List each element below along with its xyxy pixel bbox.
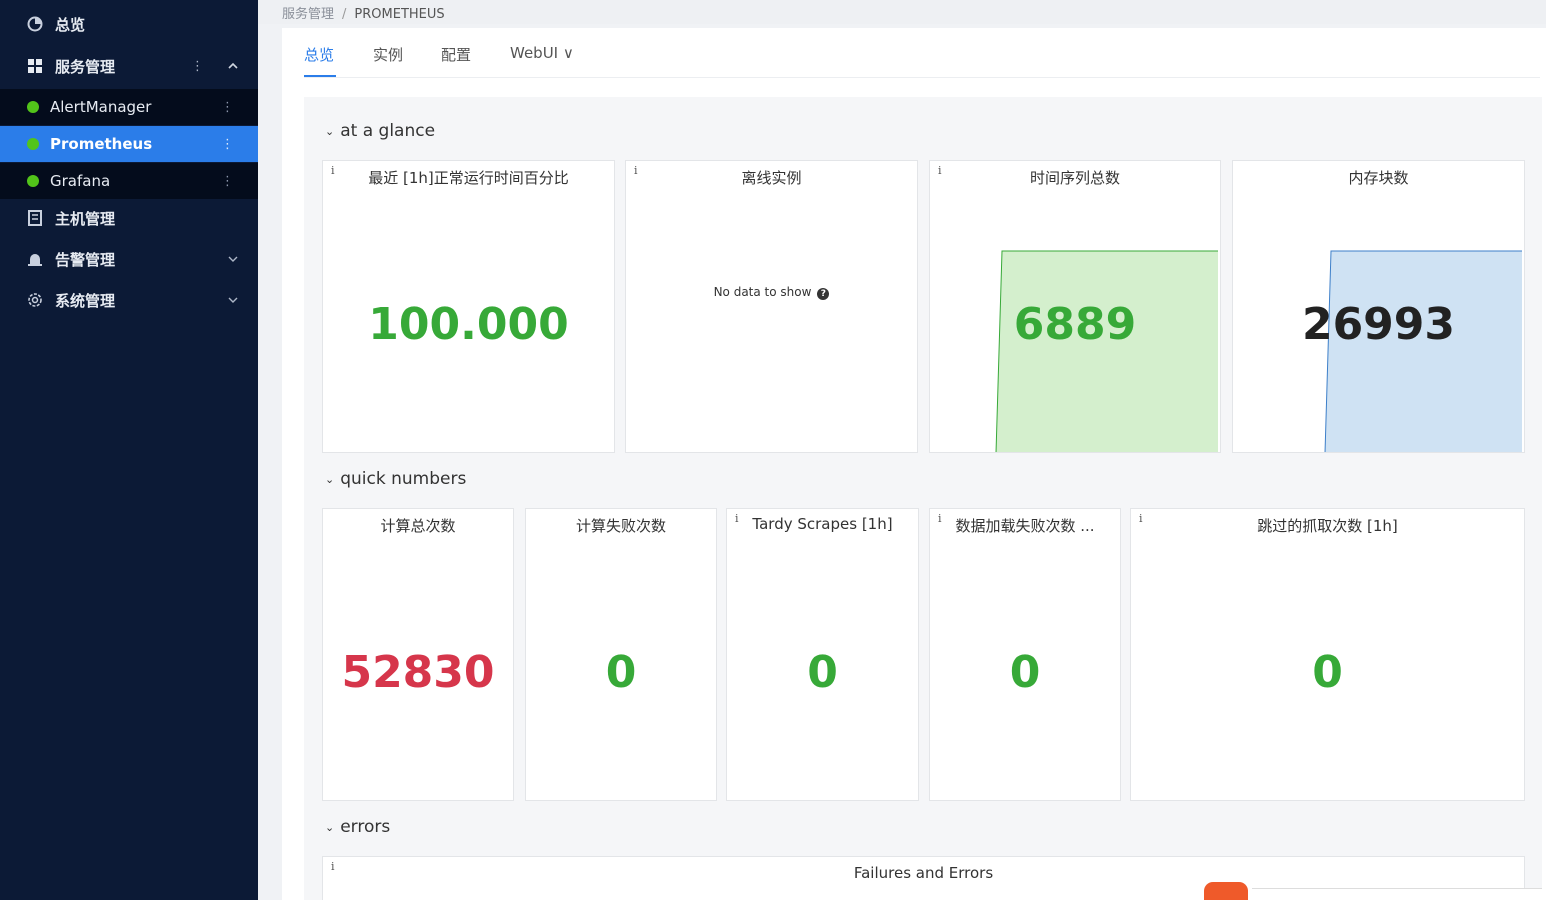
sidebar-service-alertmanager[interactable]: AlertManager ⋮ xyxy=(0,89,258,125)
sidebar-item-host-management[interactable]: 主机管理 xyxy=(0,206,258,230)
top-bar: 服务管理 / PROMETHEUS xyxy=(258,0,1546,24)
stat-value: 26993 xyxy=(1301,299,1456,350)
stat-value: 52830 xyxy=(341,647,495,698)
breadcrumb-parent[interactable]: 服务管理 xyxy=(282,7,334,22)
server-icon xyxy=(27,210,43,226)
tab-bar: 总览 实例 配置 WebUI ∨ xyxy=(304,28,1540,78)
tab-config[interactable]: 配置 xyxy=(441,44,471,65)
sidebar-service-grafana[interactable]: Grafana ⋮ xyxy=(0,163,258,199)
sidebar-service-prometheus[interactable]: Prometheus ⋮ xyxy=(0,126,258,162)
active-tab-indicator xyxy=(304,75,336,77)
panel-reload-failures: i 数据加载失败次数 ... 0 xyxy=(929,508,1121,801)
stat-value: 0 xyxy=(605,647,637,698)
row-title: errors xyxy=(340,817,391,837)
breadcrumb-separator: / xyxy=(342,7,347,22)
floating-logo[interactable] xyxy=(1204,882,1248,900)
panel-memory-chunks: 内存块数 26993 xyxy=(1232,160,1525,453)
row-header-glance[interactable]: ⌄ at a glance xyxy=(325,121,435,141)
panel-title: 内存块数 xyxy=(1348,169,1409,187)
tab-webui[interactable]: WebUI ∨ xyxy=(510,44,574,62)
sidebar-item-label: 服务管理 xyxy=(55,57,116,76)
panel-title: 最近 [1h]正常运行时间百分比 xyxy=(368,169,569,187)
panel-title: 数据加载失败次数 ... xyxy=(955,517,1095,535)
floating-toolbar[interactable] xyxy=(1252,888,1542,900)
tab-overview[interactable]: 总览 xyxy=(304,44,334,65)
tab-instances[interactable]: 实例 xyxy=(373,44,403,65)
sidebar-item-label: 告警管理 xyxy=(55,250,116,269)
stat-value: 100.000 xyxy=(368,299,569,350)
sidebar-item-overview[interactable]: 总览 xyxy=(0,12,258,36)
panel-offline-instances: i 离线实例 No data to show? xyxy=(625,160,918,453)
sidebar-service-label: Grafana xyxy=(50,172,111,190)
chevron-down-icon: ⌄ xyxy=(325,820,335,834)
panel-title: Failures and Errors xyxy=(853,864,994,882)
sidebar-item-alert-management[interactable]: 告警管理 xyxy=(0,247,258,271)
stat-value: 0 xyxy=(1312,647,1343,698)
panel-title: 计算总次数 xyxy=(380,517,456,535)
status-dot xyxy=(27,101,39,113)
status-dot xyxy=(27,175,39,187)
panel-title: Tardy Scrapes [1h] xyxy=(752,515,893,533)
row-header-quick[interactable]: ⌄ quick numbers xyxy=(325,469,466,489)
more-icon[interactable]: ⋮ xyxy=(221,174,234,189)
chevron-down-icon[interactable] xyxy=(228,293,238,307)
stat-value: 0 xyxy=(1009,647,1041,698)
chevron-up-icon[interactable] xyxy=(228,59,238,73)
panel-title: 离线实例 xyxy=(741,169,802,187)
panel-title: 跳过的抓取次数 [1h] xyxy=(1257,517,1398,535)
sidebar-item-service-management[interactable]: 服务管理 ⋮ xyxy=(0,54,258,78)
more-icon[interactable]: ⋮ xyxy=(221,137,234,152)
sidebar-service-label: AlertManager xyxy=(50,98,152,116)
breadcrumb: 服务管理 / PROMETHEUS xyxy=(282,3,445,22)
panel-time-series: i 时间序列总数 6889 xyxy=(929,160,1221,453)
row-header-errors[interactable]: ⌄ errors xyxy=(325,817,390,837)
grid-icon xyxy=(27,58,43,74)
sidebar-item-label: 系统管理 xyxy=(55,291,116,310)
breadcrumb-current: PROMETHEUS xyxy=(354,7,445,22)
more-icon[interactable]: ⋮ xyxy=(191,59,204,74)
sidebar: 总览 服务管理 ⋮ AlertManager ⋮ Prometheus ⋮ Gr… xyxy=(0,0,258,900)
sidebar-item-system-management[interactable]: 系统管理 xyxy=(0,288,258,312)
sidebar-item-label: 总览 xyxy=(55,15,86,34)
panel-tardy-scrapes: i Tardy Scrapes [1h] 0 xyxy=(726,508,919,801)
panel-title: 计算失败次数 xyxy=(575,517,666,535)
dashboard-icon xyxy=(27,16,43,32)
main-content: 总览 实例 配置 WebUI ∨ ⌄ at a glance i 最近 [1h]… xyxy=(282,28,1546,900)
more-icon[interactable]: ⋮ xyxy=(221,100,234,115)
chevron-down-icon[interactable] xyxy=(228,252,238,266)
panel-total-evaluations: 计算总次数 52830 xyxy=(322,508,514,801)
alarm-icon xyxy=(27,251,43,267)
panel-failed-evaluations: 计算失败次数 0 xyxy=(525,508,717,801)
stat-value: 0 xyxy=(807,647,838,698)
chevron-down-icon: ⌄ xyxy=(325,124,335,138)
dashboard: ⌄ at a glance i 最近 [1h]正常运行时间百分比 100.000… xyxy=(304,97,1542,900)
panel-skipped-scrapes: i 跳过的抓取次数 [1h] 0 xyxy=(1130,508,1525,801)
status-dot xyxy=(27,138,39,150)
sidebar-service-label: Prometheus xyxy=(50,135,153,153)
panel-uptime: i 最近 [1h]正常运行时间百分比 100.000 xyxy=(322,160,615,453)
stat-value: 6889 xyxy=(1013,299,1137,350)
gear-icon xyxy=(27,292,43,308)
row-title: quick numbers xyxy=(340,469,467,489)
chevron-down-icon: ⌄ xyxy=(325,472,335,486)
sidebar-item-label: 主机管理 xyxy=(55,209,116,228)
no-data-message: No data to show? xyxy=(626,285,917,300)
help-icon[interactable]: ? xyxy=(817,288,830,300)
panel-title: 时间序列总数 xyxy=(1029,169,1120,187)
no-data-text: No data to show xyxy=(713,285,812,299)
row-title: at a glance xyxy=(340,121,436,141)
